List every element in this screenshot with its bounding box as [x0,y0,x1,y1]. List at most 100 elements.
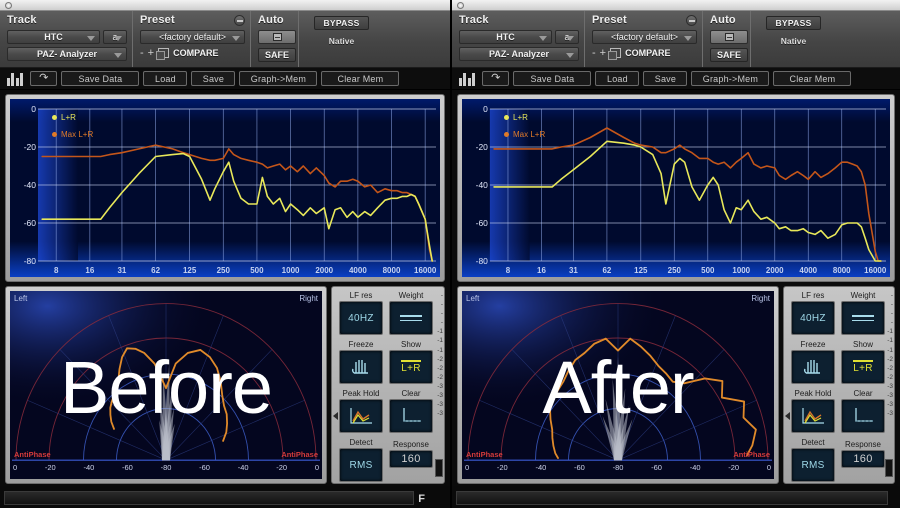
undo-button[interactable]: ↶ [30,71,58,86]
bypass-button[interactable]: BYPASS [766,16,821,30]
track-name-dropdown[interactable]: HTC [459,30,552,44]
spectrum-graph-after[interactable]: 8 16 31 62 125 250 500 1000 2000 4000 8000 16000 0 -2… [462,99,890,277]
chevron-down-icon [114,53,122,58]
track-slot-dropdown[interactable]: a [103,30,127,44]
undo-button[interactable]: ↶ [482,71,510,86]
save-data-button[interactable]: Save Data [513,71,592,86]
weight-lines-icon [400,312,422,324]
polar-axis-ticks: 0 -20 -40 -60 -80 -60 -40 -20 0 [462,463,774,479]
svg-text:-20: -20 [476,142,489,152]
meter-tick: - [890,292,893,299]
peak-hold-button[interactable] [333,399,383,433]
auto-section: Auto SAFE [703,11,751,67]
plugin-name-dropdown[interactable]: PAZ- Analyzer [7,47,127,61]
clear-mem-button[interactable]: Clear Mem [321,71,400,86]
safe-button[interactable]: SAFE [258,48,296,62]
undo-icon: ↶ [39,72,49,84]
polar-display-after[interactable]: Left Right AntiPhase AntiPhase 0 -20 -40… [462,291,774,479]
meter-scale: - - - - -1 -1 -1 -2 -2 -2 -3 -3 -3 -3 [429,291,443,479]
load-button[interactable]: Load [143,71,188,86]
response-field[interactable]: 160 [389,450,433,468]
detect-button[interactable]: RMS [339,448,383,482]
bypass-button[interactable]: BYPASS [314,16,369,30]
clear-icon [403,408,421,422]
freeze-hand-icon [351,360,368,374]
preset-next-button[interactable]: + [600,48,606,59]
show-label: Show [400,340,421,349]
rack-column-right: Weight Show L+R Clear Response 160 [388,290,434,483]
detect-button[interactable]: RMS [791,448,835,482]
weight-lines-icon [852,312,874,324]
compare-button[interactable]: COMPARE [173,48,218,58]
polar-tick: -80 [160,463,172,472]
spectrum-graph-before[interactable]: 8 16 31 62 125 250 500 1000 2000 4000 8000 16000 0 -2… [10,99,440,277]
svg-text:16000: 16000 [864,266,887,275]
graph-to-mem-button[interactable]: Graph->Mem [239,71,318,86]
show-button[interactable]: L+R [389,350,433,384]
track-section: Track HTC a PAZ- Analyzer [0,11,133,67]
show-value: L+R [853,360,873,374]
svg-text:4000: 4000 [799,266,817,275]
load-button[interactable]: Load [595,71,640,86]
copy-icon[interactable] [608,48,622,60]
meter-tick: -2 [437,355,443,363]
plugin-toolbar: ↶ Save Data Load Save Graph->Mem Clear M… [0,68,450,90]
spectrum-graph-frame: 8 16 31 62 125 250 500 1000 2000 4000 8000 16000 0 -2… [5,94,445,282]
preset-dropdown[interactable]: <factory default> [140,30,245,44]
window-title-bar [452,0,900,11]
plugin-name-dropdown[interactable]: PAZ- Analyzer [459,47,579,61]
polar-tick: -40 [689,463,701,472]
preset-prev-button[interactable]: - [592,48,596,59]
automation-icon[interactable] [258,30,296,44]
peak-hold-button[interactable] [785,399,835,433]
lf-res-button[interactable]: 40HZ [339,301,383,335]
copy-icon[interactable] [156,48,170,60]
detect-label: Detect [349,438,373,447]
track-slot-dropdown[interactable]: a [555,30,579,44]
automation-icon[interactable] [710,30,748,44]
preset-dropdown[interactable]: <factory default> [592,30,697,44]
weight-button[interactable] [389,301,433,335]
graph-to-mem-button[interactable]: Graph->Mem [691,71,770,86]
header-tail: BYPASS Native [299,11,450,67]
freeze-button[interactable] [339,350,383,384]
undo-icon: ↶ [491,72,501,84]
preset-next-button[interactable]: + [148,48,154,59]
meter-tick: -2 [887,373,893,381]
polar-display-before[interactable]: Left Right AntiPhase AntiPhase 0 -20 -40… [10,291,322,479]
polar-tick: -60 [199,463,210,472]
antiphase-right-label: AntiPhase [733,450,770,459]
preset-menu-icon[interactable] [234,14,245,26]
lf-res-button[interactable]: 40HZ [791,301,835,335]
polar-tick: -60 [574,463,585,472]
save-data-button[interactable]: Save Data [61,71,140,86]
meter-scale: - - - - -1 -1 -1 -2 -2 -2 -3 -3 -3 -3 [879,291,893,479]
preset-menu-icon[interactable] [686,14,697,26]
chevron-down-icon [684,36,692,41]
polar-right-label: Right [299,294,318,303]
track-name-value: HTC [496,32,515,42]
legend-swatch-max [52,132,57,137]
svg-text:-80: -80 [24,256,37,266]
window-close-icon[interactable] [457,1,464,9]
meter-tick: -1 [437,337,443,345]
spectrum-legend: L+R Max L+R [52,113,93,147]
footer-bar[interactable]: F [4,491,425,505]
safe-button[interactable]: SAFE [710,48,748,62]
antiphase-left-label: AntiPhase [14,450,51,459]
compare-button[interactable]: COMPARE [625,48,670,58]
svg-text:0: 0 [483,104,488,114]
polar-tick: -80 [612,463,624,472]
clear-mem-button[interactable]: Clear Mem [773,71,852,86]
clear-button[interactable] [389,399,433,433]
freeze-button[interactable] [791,350,835,384]
save-button[interactable]: Save [643,71,688,86]
chevron-down-icon [566,36,574,41]
polar-left-label: Left [466,294,480,303]
preset-prev-button[interactable]: - [140,48,144,59]
save-button[interactable]: Save [191,71,236,86]
footer-bar[interactable] [456,491,888,505]
track-name-dropdown[interactable]: HTC [7,30,100,44]
meter-tick: - [890,319,893,327]
window-close-icon[interactable] [5,1,12,9]
